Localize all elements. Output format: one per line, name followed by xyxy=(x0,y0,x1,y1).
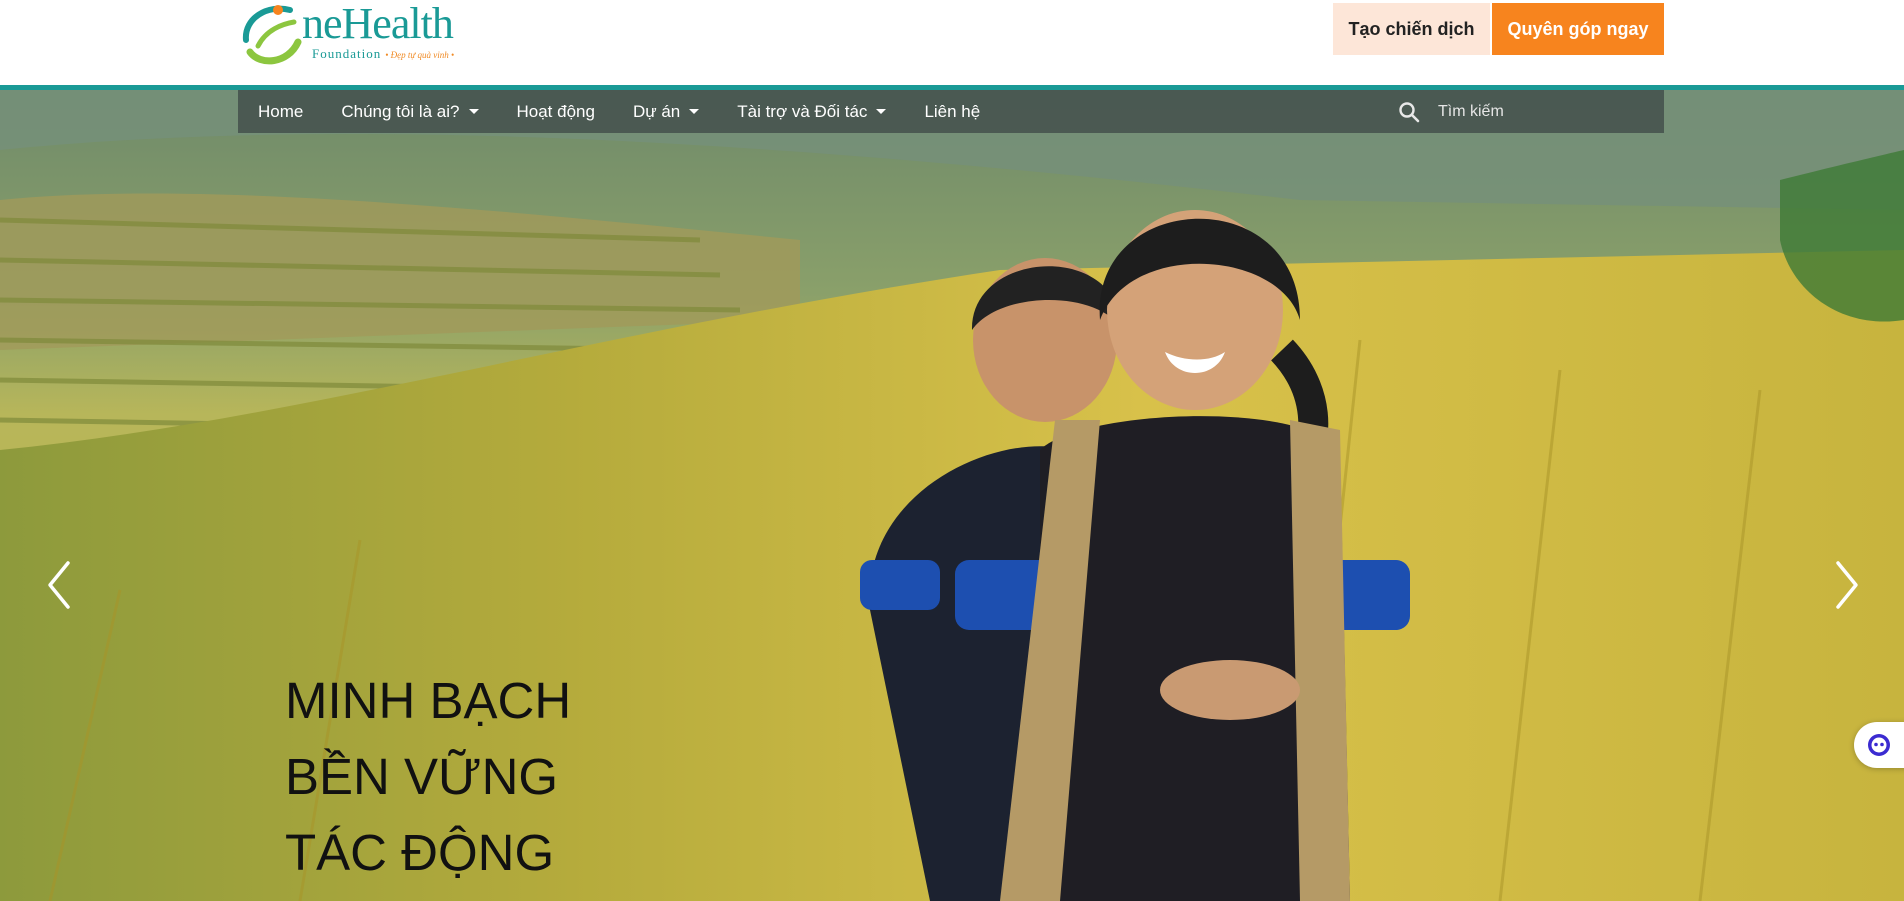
nav-projects-label: Dự án xyxy=(632,101,681,121)
logo-subtitle: Foundation • Đẹp tự quà vinh • xyxy=(312,46,454,62)
logo-tagline: • Đẹp tự quà vinh • xyxy=(385,50,455,60)
main-navigation: Home Chúng tôi là ai? Hoạt động Dự án Tà… xyxy=(238,90,1664,133)
chatbot-face-icon xyxy=(1868,734,1890,756)
logo-emblem-icon xyxy=(242,5,302,65)
hero-slogan: MINH BẠCH BỀN VỮNG TÁC ĐỘNG xyxy=(285,663,571,891)
nav-projects[interactable]: Dự án xyxy=(632,101,700,122)
nav-sponsors-partners-label: Tài trợ và Đối tác xyxy=(737,101,868,121)
logo-wordmark: neHealth xyxy=(302,0,454,48)
slogan-line-transparency: MINH BẠCH xyxy=(285,672,572,729)
nav-activities[interactable]: Hoạt động xyxy=(517,102,595,122)
nav-activities-label: Hoạt động xyxy=(516,101,595,121)
nav-home[interactable]: Home xyxy=(258,102,303,122)
nav-sponsors-partners[interactable]: Tài trợ và Đối tác xyxy=(737,101,887,122)
nav-contact[interactable]: Liên hệ xyxy=(924,102,980,122)
logo-foundation: Foundation xyxy=(312,46,382,61)
caret-down-icon xyxy=(689,109,700,114)
caret-down-icon xyxy=(468,109,479,114)
nav-about-us-label: Chúng tôi là ai? xyxy=(341,101,460,121)
top-header: neHealth Foundation • Đẹp tự quà vinh • T… xyxy=(0,0,1904,85)
search-input[interactable] xyxy=(1436,101,1640,122)
chat-widget-button[interactable] xyxy=(1854,722,1904,768)
carousel-prev-arrow-icon[interactable] xyxy=(40,555,80,615)
search-icon[interactable] xyxy=(1398,101,1420,123)
slogan-line-impact: TÁC ĐỘNG xyxy=(285,824,555,881)
caret-down-icon xyxy=(876,109,887,114)
slogan-line-sustainability: BỀN VỮNG xyxy=(285,748,559,805)
onehealth-logo[interactable]: neHealth Foundation • Đẹp tự quà vinh • xyxy=(238,0,490,70)
nav-contact-label: Liên hệ xyxy=(924,101,981,121)
create-campaign-button[interactable]: Tạo chiến dịch xyxy=(1333,3,1490,55)
search-bar xyxy=(1384,90,1664,133)
nav-home-label: Home xyxy=(258,101,304,121)
donate-now-button[interactable]: Quyên góp ngay xyxy=(1492,3,1664,55)
nav-about-us[interactable]: Chúng tôi là ai? xyxy=(341,101,479,122)
carousel-next-arrow-icon[interactable] xyxy=(1826,555,1866,615)
